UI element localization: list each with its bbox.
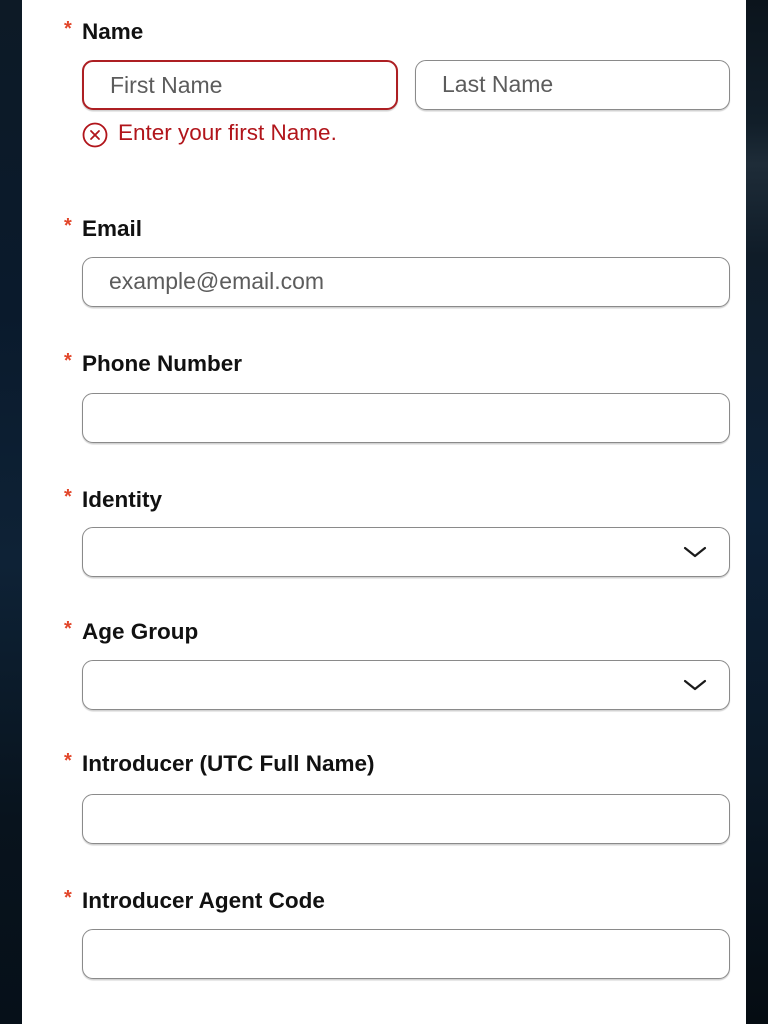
required-asterisk: * (64, 215, 72, 237)
required-asterisk: * (64, 750, 72, 772)
email-placeholder: example@email.com (109, 268, 325, 294)
required-asterisk: * (64, 18, 72, 40)
first-name-placeholder: First Name (110, 72, 223, 98)
required-asterisk: * (64, 486, 72, 508)
introducer-label: * Introducer (UTC Full Name) (60, 749, 375, 779)
phone-input[interactable] (82, 393, 730, 443)
email-input[interactable]: example@email.com (82, 257, 730, 307)
email-label: * Email (60, 214, 142, 244)
error-message: Enter your first Name. (118, 120, 337, 145)
last-name-placeholder: Last Name (442, 71, 554, 97)
identity-label: * Identity (60, 485, 162, 515)
agent-code-label: * Introducer Agent Code (60, 886, 325, 916)
background-left (0, 0, 22, 1024)
form-panel: * Name First Name Last Name Enter your fi… (22, 0, 746, 1024)
background-right (746, 0, 768, 1024)
chevron-down-icon (683, 679, 707, 691)
name-label: * Name (60, 17, 143, 47)
required-asterisk: * (64, 350, 72, 372)
required-asterisk: * (64, 887, 72, 909)
required-asterisk: * (64, 618, 72, 640)
chevron-down-icon (683, 546, 707, 558)
agent-code-input[interactable] (82, 929, 730, 979)
first-name-input[interactable]: First Name (82, 60, 398, 110)
age-group-label: * Age Group (60, 617, 198, 647)
phone-label: * Phone Number (60, 349, 242, 379)
introducer-input[interactable] (82, 794, 730, 844)
age-group-select[interactable] (82, 660, 730, 710)
identity-select[interactable] (82, 527, 730, 577)
error-circle-x-icon (82, 122, 108, 148)
last-name-input[interactable]: Last Name (415, 60, 730, 110)
